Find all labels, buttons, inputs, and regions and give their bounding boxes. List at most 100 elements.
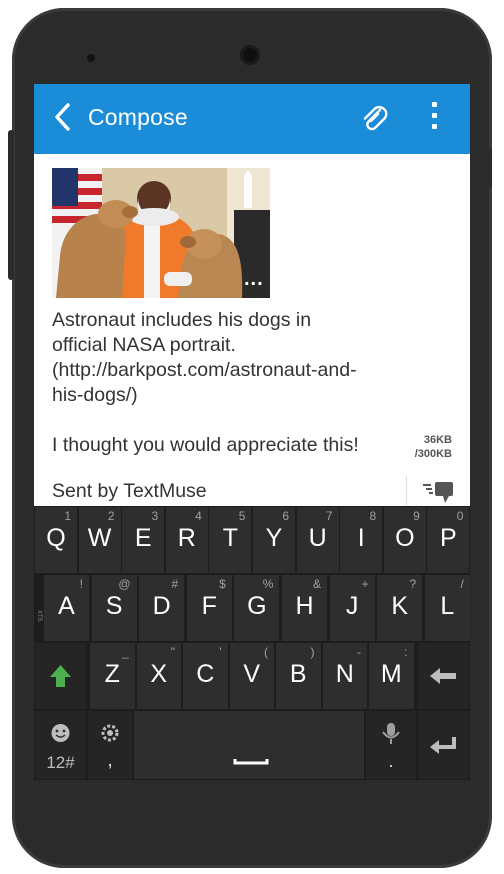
shift-arrow-icon — [50, 665, 71, 687]
app-bar: Compose — [34, 84, 470, 152]
key-secondary-label: ! — [79, 577, 83, 591]
message-line: his-dogs/) — [52, 384, 138, 406]
size-used: 36KB — [423, 434, 452, 446]
attached-photo[interactable]: ... — [52, 168, 270, 298]
key-secondary-label: : — [404, 645, 408, 659]
key-secondary-label: ( — [264, 645, 268, 659]
key-y[interactable]: 6Y — [253, 507, 295, 573]
key-z[interactable]: _ Z — [90, 643, 135, 709]
key-label: H — [295, 592, 314, 620]
key-secondary-label: 1 — [64, 509, 71, 523]
settings-comma-key[interactable]: , — [88, 711, 132, 779]
key-d[interactable]: # D — [139, 575, 185, 641]
screen: Compose ... Astronaut includes his dogs … — [34, 84, 470, 780]
key-j[interactable]: + J — [329, 575, 375, 641]
back-arrow-icon[interactable] — [52, 102, 74, 132]
message-line: official NASA portrait. — [52, 334, 236, 356]
key-secondary-label: & — [312, 577, 321, 591]
key-secondary-label: 8 — [369, 509, 377, 523]
key-secondary-label: _ — [121, 645, 129, 659]
astronaut-photo — [52, 168, 270, 298]
key-secondary-label: ' — [219, 645, 222, 659]
key-label: S — [105, 592, 123, 620]
key-o[interactable]: 9O — [383, 507, 426, 573]
power-button — [486, 148, 492, 188]
comma-label: , — [107, 749, 113, 771]
key-secondary-label: 6 — [282, 509, 289, 523]
paperclip-icon[interactable] — [360, 102, 388, 134]
key-label: B — [289, 660, 307, 688]
key-secondary-label: % — [262, 577, 274, 591]
key-k[interactable]: ? K — [377, 575, 423, 641]
keyboard-side-label: XTS — [36, 610, 42, 622]
voice-period-key[interactable]: . — [366, 711, 416, 779]
key-p[interactable]: 0P — [427, 507, 470, 573]
key-secondary-label: $ — [219, 577, 226, 591]
photo-options-icon[interactable]: ... — [244, 268, 264, 291]
emoji-symbols-key[interactable]: 12# — [35, 711, 86, 779]
key-l[interactable]: / L — [424, 575, 470, 641]
key-label: C — [196, 660, 215, 688]
smiley-icon — [51, 724, 70, 742]
key-label: E — [134, 524, 152, 552]
key-e[interactable]: 3E — [122, 507, 165, 573]
key-secondary-label: / — [460, 577, 464, 591]
key-secondary-label: " — [170, 645, 175, 659]
key-g[interactable]: % G — [234, 575, 280, 641]
microphone-icon — [382, 723, 400, 744]
key-label: U — [308, 524, 327, 552]
backspace-key[interactable] — [418, 643, 469, 709]
space-icon — [233, 759, 269, 765]
key-label: T — [222, 524, 239, 552]
key-label: F — [201, 592, 217, 620]
enter-icon — [430, 737, 456, 754]
message-line: (http://barkpost.com/astronaut-and- — [52, 359, 357, 381]
more-options-icon[interactable] — [430, 102, 438, 132]
key-f[interactable]: $ F — [186, 575, 232, 641]
key-q[interactable]: 1Q — [35, 507, 77, 573]
shift-key[interactable] — [35, 643, 86, 709]
key-n[interactable]: -N — [322, 643, 367, 709]
key-label: A — [58, 592, 75, 620]
symbols-label: 12# — [46, 753, 75, 772]
message-line: Astronaut includes his dogs in — [52, 309, 312, 331]
key-secondary-label: # — [171, 577, 179, 591]
key-x[interactable]: " X — [136, 643, 181, 709]
key-s[interactable]: @ S — [91, 575, 137, 641]
page-title: Compose — [88, 104, 188, 130]
key-u[interactable]: 7U — [296, 507, 339, 573]
send-button[interactable] — [406, 476, 470, 510]
key-label: I — [357, 524, 365, 552]
key-b[interactable]: ) B — [276, 643, 321, 709]
key-m[interactable]: :M — [369, 643, 414, 709]
key-label: N — [335, 660, 354, 688]
key-secondary-label: @ — [118, 577, 131, 591]
key-secondary-label: ? — [409, 577, 417, 591]
key-label: V — [243, 660, 261, 688]
key-label: D — [152, 592, 171, 620]
key-h[interactable]: & H — [282, 575, 327, 641]
key-w[interactable]: 2W — [78, 507, 121, 573]
key-c[interactable]: ' C — [183, 643, 228, 709]
key-secondary-label: + — [361, 577, 369, 591]
gear-icon — [101, 724, 119, 742]
key-a[interactable]: ! A — [44, 575, 89, 641]
key-secondary-label: ) — [310, 645, 315, 659]
space-bar[interactable] — [134, 711, 364, 779]
key-t[interactable]: 5T — [209, 507, 252, 573]
period-label: . — [388, 751, 394, 771]
key-label: G — [247, 592, 267, 620]
key-secondary-label: 2 — [107, 509, 115, 523]
key-secondary-label: 5 — [238, 509, 246, 523]
key-label: M — [380, 660, 402, 688]
compose-area[interactable]: ... Astronaut includes his dogs in offic… — [34, 152, 470, 510]
key-label: L — [440, 592, 455, 620]
key-i[interactable]: 8I — [340, 507, 383, 573]
key-v[interactable]: (V — [229, 643, 274, 709]
backspace-icon — [430, 668, 456, 684]
message-body[interactable]: Astronaut includes his dogs in official … — [52, 308, 392, 458]
key-r[interactable]: 4R — [165, 507, 208, 573]
enter-key[interactable] — [418, 711, 469, 779]
key-label: Y — [265, 524, 283, 552]
message-bubble-icon — [423, 482, 453, 503]
